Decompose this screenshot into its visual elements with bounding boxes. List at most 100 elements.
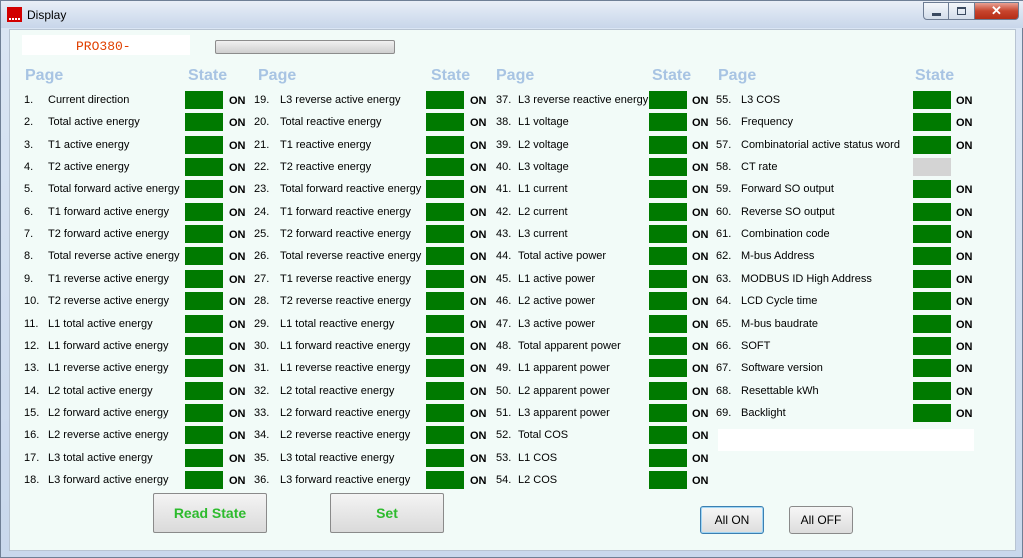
state-toggle[interactable] [426, 470, 464, 489]
state-toggle[interactable] [649, 180, 687, 199]
state-toggle[interactable] [185, 403, 223, 422]
state-toggle[interactable] [913, 225, 951, 244]
state-toggle[interactable] [185, 426, 223, 445]
page-label: T2 forward reactive energy [280, 228, 411, 241]
state-toggle[interactable] [426, 180, 464, 199]
page-label: Resettable kWh [741, 384, 819, 397]
close-button[interactable]: ✕ [975, 2, 1019, 20]
state-toggle[interactable] [185, 314, 223, 333]
page-label: LCD Cycle time [741, 295, 818, 308]
state-toggle[interactable] [913, 403, 951, 422]
state-toggle[interactable] [426, 359, 464, 378]
state-toggle[interactable] [649, 292, 687, 311]
state-toggle[interactable] [185, 113, 223, 132]
state-toggle[interactable] [913, 135, 951, 154]
state-toggle[interactable] [185, 292, 223, 311]
state-toggle[interactable] [426, 135, 464, 154]
state-toggle[interactable] [913, 180, 951, 199]
state-toggle[interactable] [913, 314, 951, 333]
state-toggle[interactable] [185, 359, 223, 378]
state-toggle[interactable] [185, 91, 223, 109]
state-toggle[interactable] [649, 202, 687, 221]
state-toggle[interactable] [649, 336, 687, 355]
state-toggle[interactable] [426, 403, 464, 422]
minimize-button[interactable] [923, 2, 949, 20]
state-toggle[interactable] [185, 247, 223, 266]
state-toggle[interactable] [185, 448, 223, 467]
page-number: 53. [496, 451, 512, 464]
state-toggle[interactable] [426, 292, 464, 311]
state-toggle[interactable] [426, 91, 464, 109]
state-toggle[interactable] [426, 158, 464, 177]
state-toggle[interactable] [649, 448, 687, 467]
state-toggle[interactable] [185, 470, 223, 489]
state-toggle[interactable] [426, 426, 464, 445]
state-toggle[interactable] [426, 247, 464, 266]
page-label: T2 reverse active energy [48, 295, 170, 308]
state-value: ON [470, 452, 487, 465]
state-toggle[interactable] [185, 158, 223, 177]
state-toggle[interactable] [649, 314, 687, 333]
set-button[interactable]: Set [330, 493, 444, 533]
maximize-button[interactable] [949, 2, 975, 20]
state-toggle[interactable] [649, 269, 687, 288]
state-toggle[interactable] [426, 448, 464, 467]
state-toggle[interactable] [913, 359, 951, 378]
state-toggle[interactable] [913, 247, 951, 266]
state-toggle[interactable] [649, 91, 687, 109]
page-number: 10. [24, 295, 40, 308]
state-toggle[interactable] [913, 91, 951, 109]
state-toggle[interactable] [649, 247, 687, 266]
read-state-button[interactable]: Read State [153, 493, 267, 533]
page-label: Reverse SO output [741, 205, 835, 218]
state-toggle[interactable] [185, 269, 223, 288]
all-on-button[interactable]: All ON [700, 506, 764, 534]
state-toggle[interactable] [649, 225, 687, 244]
page-number: 25. [254, 228, 270, 241]
state-toggle[interactable] [649, 158, 687, 177]
state-toggle[interactable] [649, 470, 687, 489]
state-toggle[interactable] [913, 202, 951, 221]
state-toggle[interactable] [185, 381, 223, 400]
title-bar[interactable]: Display ✕ [1, 1, 1023, 28]
page-number: 38. [496, 116, 512, 129]
page-label: L1 current [518, 183, 568, 196]
state-toggle[interactable] [913, 336, 951, 355]
state-toggle[interactable] [185, 180, 223, 199]
state-toggle[interactable] [649, 426, 687, 445]
state-toggle[interactable] [913, 381, 951, 400]
page-number: 22. [254, 161, 270, 174]
state-toggle[interactable] [426, 225, 464, 244]
state-toggle[interactable] [649, 135, 687, 154]
page-label: Current direction [48, 94, 130, 106]
state-toggle[interactable] [649, 113, 687, 132]
state-toggle[interactable] [913, 269, 951, 288]
state-toggle[interactable] [649, 381, 687, 400]
state-toggle[interactable] [426, 381, 464, 400]
state-toggle[interactable] [649, 359, 687, 378]
state-toggle[interactable] [913, 113, 951, 132]
state-toggle[interactable] [426, 202, 464, 221]
state-toggle[interactable] [913, 292, 951, 311]
state-toggle[interactable] [185, 135, 223, 154]
state-toggle[interactable] [913, 158, 951, 177]
state-value: ON [956, 385, 973, 398]
page-number: 55. [716, 94, 732, 106]
page-number: 8. [24, 250, 34, 263]
page-number: 16. [24, 429, 40, 442]
state-toggle[interactable] [426, 113, 464, 132]
page-number: 9. [24, 272, 34, 285]
state-toggle[interactable] [185, 336, 223, 355]
app-icon [7, 7, 22, 22]
page-number: 59. [716, 183, 732, 196]
model-name: PRO380- [76, 39, 131, 54]
state-toggle[interactable] [426, 336, 464, 355]
state-toggle[interactable] [185, 225, 223, 244]
page-number: 61. [716, 228, 732, 241]
state-value: ON [692, 363, 709, 376]
all-off-button[interactable]: All OFF [789, 506, 853, 534]
state-toggle[interactable] [185, 202, 223, 221]
state-toggle[interactable] [426, 314, 464, 333]
state-toggle[interactable] [649, 403, 687, 422]
state-toggle[interactable] [426, 269, 464, 288]
